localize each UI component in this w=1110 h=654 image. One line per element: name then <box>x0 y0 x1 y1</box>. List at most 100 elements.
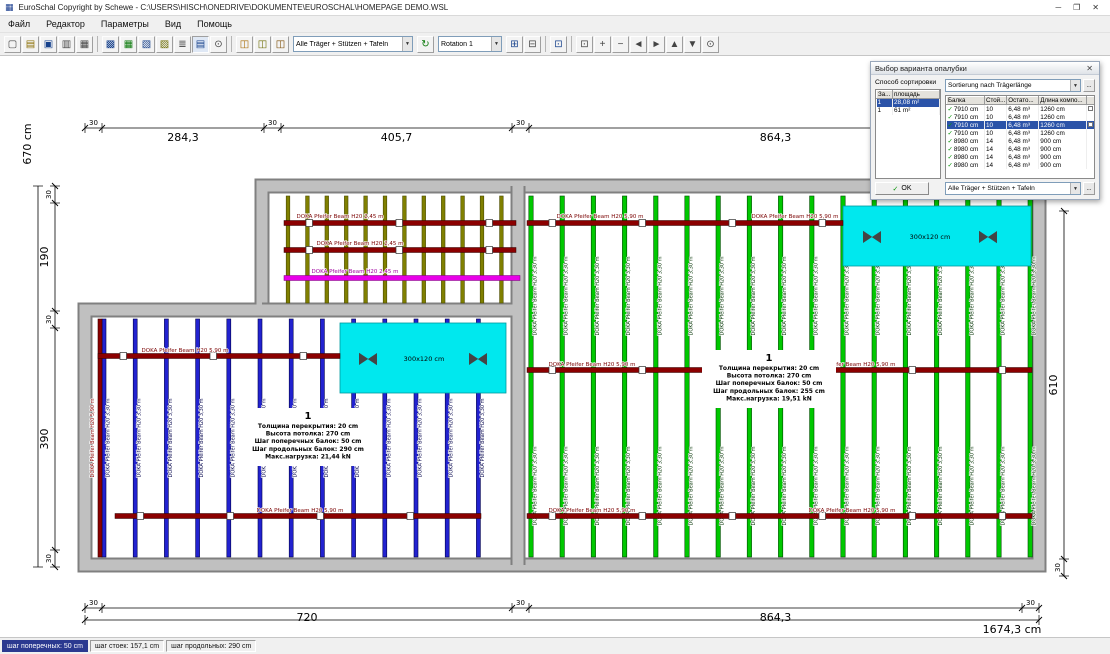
application-window: ▦ EuroSchal Copyright by Schewe - C:\USE… <box>0 0 1110 654</box>
svg-text:300x120 cm: 300x120 cm <box>404 355 445 363</box>
menu-item-parameters[interactable]: Параметры <box>93 19 157 29</box>
svg-text:Шаг поперечных балок: 50 cm: Шаг поперечных балок: 50 cm <box>716 380 823 387</box>
display-filter-select[interactable]: Alle Träger + Stützen + Tafeln ▼ <box>945 182 1081 195</box>
beam-variant-listbox[interactable]: БалкаСтой...Остато...Длина компо...✓7910… <box>945 95 1095 179</box>
app-logo-icon: ▦ <box>5 2 14 13</box>
open-file-button[interactable]: ▤ <box>22 36 39 53</box>
svg-text:DOKA Pfeifer Beam H20 5,90 m: DOKA Pfeifer Beam H20 5,90 m <box>90 398 96 477</box>
zoom-out-button[interactable]: − <box>612 36 629 53</box>
print-button[interactable]: ▥ <box>58 36 75 53</box>
menu-item-view[interactable]: Вид <box>157 19 189 29</box>
grid-view-button[interactable]: ▤ <box>192 36 209 53</box>
print-preview-button[interactable]: ▦ <box>76 36 93 53</box>
svg-text:DOKA Pfeifer Beam H20 3,30 m: DOKA Pfeifer Beam H20 3,30 m <box>449 398 455 477</box>
column-header[interactable]: Длина компо... <box>1039 97 1087 105</box>
table-row[interactable]: ✓7910 cm106,48 m³1260 cm <box>947 129 1095 137</box>
dialog-close-icon[interactable]: ✕ <box>1084 64 1095 73</box>
svg-text:Шаг продольных балок: 290 cm: Шаг продольных балок: 290 cm <box>252 446 364 453</box>
properties-button[interactable]: ⊡ <box>550 36 567 53</box>
pan-down-button[interactable]: ▼ <box>684 36 701 53</box>
svg-text:300x120 cm: 300x120 cm <box>910 233 951 241</box>
beam-tool-button[interactable]: ◫ <box>236 36 253 53</box>
dialog-title-bar[interactable]: Выбор варианта опалубки ✕ <box>871 62 1099 75</box>
maximize-button[interactable]: ❐ <box>1073 3 1080 12</box>
svg-text:1674,3 cm: 1674,3 cm <box>983 623 1042 636</box>
refresh-button[interactable]: ↻ <box>417 36 434 53</box>
svg-text:DOKA Pfeifer Beam H20 3,30 m: DOKA Pfeifer Beam H20 3,30 m <box>595 256 601 335</box>
panel-tool-button[interactable]: ◫ <box>272 36 289 53</box>
column-header[interactable]: площадь <box>893 91 940 99</box>
minimize-button[interactable]: ─ <box>1055 3 1061 12</box>
variant-list[interactable]: За...площадь128,08 m²161 m² <box>876 90 940 115</box>
table-row[interactable]: 161 m² <box>877 107 940 115</box>
support-tool-button[interactable]: ◫ <box>254 36 271 53</box>
svg-text:DOKA Pfeifer Beam H20 3,30 m: DOKA Pfeifer Beam H20 3,30 m <box>106 398 112 477</box>
zoom-select-button[interactable]: ⊙ <box>210 36 227 53</box>
svg-text:DOKA Pfeifer Beam H20 5,90 m: DOKA Pfeifer Beam H20 5,90 m <box>549 362 636 368</box>
pan-right-button[interactable]: ► <box>648 36 665 53</box>
status-bar: шаг поперечных: 50 cm шаг стоек: 157,1 c… <box>0 637 1110 654</box>
save-button[interactable]: ▣ <box>40 36 57 53</box>
svg-text:DOKA Pfeifer Beam H20 3,30 m: DOKA Pfeifer Beam H20 3,30 m <box>137 398 143 477</box>
close-button[interactable]: ✕ <box>1092 3 1099 12</box>
svg-text:DOKA Pfeifer Beam H20 3,30 m: DOKA Pfeifer Beam H20 3,30 m <box>533 256 539 335</box>
table-row[interactable]: ✓8980 cm146,48 m³900 cm <box>947 137 1095 145</box>
chevron-down-icon[interactable]: ▼ <box>1070 183 1080 194</box>
column-header[interactable]: Стой... <box>985 97 1007 105</box>
variant-check-icon: ✓ <box>948 106 953 113</box>
status-longitudinal-beam-spacing: шаг продольных: 290 cm <box>166 640 256 652</box>
svg-text:DOKA Pfeifer Beam H20 3,30 m: DOKA Pfeifer Beam H20 3,30 m <box>782 256 788 335</box>
column-header[interactable]: Балка <box>947 97 985 105</box>
svg-text:Высота потолка: 270 cm: Высота потолка: 270 cm <box>727 373 812 380</box>
chevron-down-icon[interactable]: ▼ <box>491 37 501 51</box>
zoom-in-button[interactable]: + <box>594 36 611 53</box>
pan-left-button[interactable]: ◄ <box>630 36 647 53</box>
sort-more-button[interactable]: ... <box>1083 79 1095 92</box>
variant-check-icon: ✓ <box>948 122 953 129</box>
sort-order-select[interactable]: Sortierung nach Trägerlänge ▼ <box>945 79 1081 92</box>
annotation-button[interactable]: ⊟ <box>524 36 541 53</box>
table-row[interactable]: ✓8980 cm146,48 m³900 cm <box>947 145 1095 153</box>
svg-text:1: 1 <box>305 411 312 422</box>
svg-text:DOKA Pfeifer Beam H20 3,30 m: DOKA Pfeifer Beam H20 3,30 m <box>626 256 632 335</box>
menu-item-editor[interactable]: Редактор <box>38 19 93 29</box>
svg-text:DOKA Pfeifer Beam H20 3,30 m: DOKA Pfeifer Beam H20 3,30 m <box>230 398 236 477</box>
table-row[interactable]: ✓8980 cm146,48 m³900 cm <box>947 153 1095 161</box>
rotation-select[interactable]: Rotation 1▼ <box>438 36 502 52</box>
menu-item-help[interactable]: Помощь <box>189 19 240 29</box>
zoom-extents-button[interactable]: ⊙ <box>702 36 719 53</box>
slab-view-button[interactable]: ▦ <box>120 36 137 53</box>
chevron-down-icon[interactable]: ▼ <box>1070 80 1080 91</box>
zoom-window-button[interactable]: ⊡ <box>576 36 593 53</box>
dimension-button[interactable]: ⊞ <box>506 36 523 53</box>
table-row[interactable]: 128,08 m² <box>877 99 940 107</box>
variant-listbox[interactable]: За...площадь128,08 m²161 m² <box>875 89 941 179</box>
svg-text:30: 30 <box>1026 599 1035 607</box>
beam-view-button[interactable]: ▧ <box>138 36 155 53</box>
wall-view-button[interactable]: ▩ <box>102 36 119 53</box>
display-mode-select[interactable]: Alle Träger + Stützen + Tafeln▼ <box>293 36 413 52</box>
variant-checkbox[interactable] <box>1088 106 1093 111</box>
table-view-button[interactable]: ≣ <box>174 36 191 53</box>
table-row[interactable]: ✓7910 cm106,48 m³1260 cm <box>947 121 1095 129</box>
variant-check-icon: ✓ <box>948 146 953 153</box>
support-view-button[interactable]: ▨ <box>156 36 173 53</box>
chevron-down-icon[interactable]: ▼ <box>402 37 412 51</box>
drawing-canvas[interactable]: DOKA Pfeifer Beam H20 3,30 m DOKA Pfeifer… <box>0 56 1110 637</box>
filter-more-button[interactable]: ... <box>1083 182 1095 195</box>
menu-bar: Файл Редактор Параметры Вид Помощь <box>0 16 1110 33</box>
column-header[interactable]: За... <box>877 91 893 99</box>
pan-up-button[interactable]: ▲ <box>666 36 683 53</box>
ok-button[interactable]: ✓ OK <box>875 182 929 195</box>
table-row[interactable]: ✓7910 cm106,48 m³1260 cm <box>947 105 1095 114</box>
dialog-title: Выбор варианта опалубки <box>875 64 1084 73</box>
table-row[interactable]: ✓7910 cm106,48 m³1260 cm <box>947 113 1095 121</box>
new-document-button[interactable]: ▢ <box>4 36 21 53</box>
column-header[interactable]: Остато... <box>1007 97 1039 105</box>
table-row[interactable]: ✓8980 cm146,48 m³900 cm <box>947 161 1095 169</box>
svg-text:DOKA Pfeifer Beam H20 3,30 m: DOKA Pfeifer Beam H20 3,30 m <box>657 256 663 335</box>
beam-variant-table[interactable]: БалкаСтой...Остато...Длина компо...✓7910… <box>946 96 1094 169</box>
variant-checkbox[interactable] <box>1088 122 1093 127</box>
menu-item-file[interactable]: Файл <box>0 19 38 29</box>
svg-text:DOKA Pfeifer Beam H20 3,30 m: DOKA Pfeifer Beam H20 3,30 m <box>1001 256 1007 335</box>
